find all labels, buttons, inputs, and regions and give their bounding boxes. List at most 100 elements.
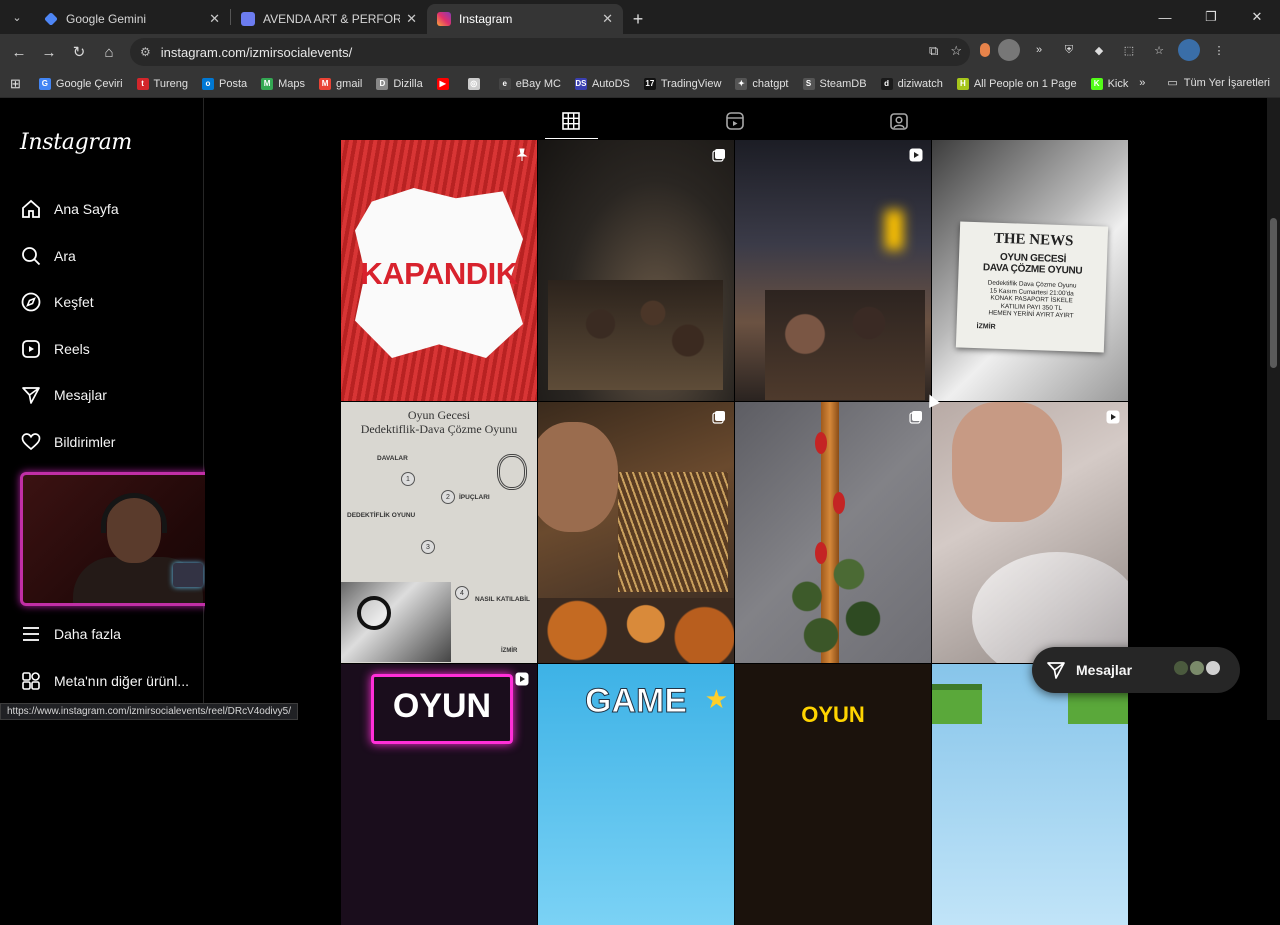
bookmark-favicon-icon: H [956,77,969,90]
post-glass-bowl[interactable] [932,402,1128,663]
post-cafe-night[interactable] [735,140,931,401]
post-text: OYUN [801,702,865,727]
sidebar-item-explore[interactable]: Keşfet [20,291,94,313]
tab-instagram[interactable]: Instagram ✕ [427,4,623,34]
bookmark-item[interactable]: M Maps [261,77,305,90]
all-bookmarks-folder[interactable]: Tüm Yer İşaretleri [1184,77,1270,89]
close-window-icon[interactable]: ✕ [1234,0,1280,34]
bookmark-favicon-icon: ▶ [436,77,449,90]
sidebar-item-label: Ara [54,248,76,264]
profile-avatar-icon[interactable] [1178,39,1200,61]
url-text: instagram.com/izmirsocialevents/ [160,44,353,60]
bookmark-favicon-icon: S [802,77,815,90]
posts-grid: KAPANDIK THE NEWS OYUN GECESİ DAVA ÇÖZME… [341,140,1128,925]
bookmark-item[interactable]: ▶ [436,77,454,90]
post-game[interactable]: GAME ★ [538,664,734,925]
home-button-icon[interactable]: ⌂ [94,37,124,67]
bookmark-item[interactable]: ◎ [467,77,485,90]
page-scrollbar[interactable] [1267,98,1280,720]
sidebar-item-search[interactable]: Ara [20,245,76,267]
instagram-logo[interactable]: Instagram [20,130,132,155]
sidebar-item-label: Meta'nın diğer ürünl... [54,673,189,689]
post-kapandik[interactable]: KAPANDIK [341,140,537,401]
reel-icon [515,672,529,686]
bookmark-item[interactable]: e eBay MC [498,77,561,90]
tab-title: Google Gemini [66,12,147,26]
back-icon[interactable]: ← [4,37,34,67]
bookmark-favicon-icon: M [261,77,274,90]
extension-icon[interactable] [998,39,1020,61]
bookmarks-icon[interactable]: ☆ [1148,39,1170,61]
bookmark-favicon-icon: D [376,77,389,90]
post-decor-pole[interactable] [735,402,931,663]
address-bar[interactable]: ⚙ instagram.com/izmirsocialevents/ ⧉ ☆ [130,38,970,66]
tab-avenda[interactable]: AVENDA ART & PERFORMANCE ✕ [231,4,427,34]
bookmark-item[interactable]: H All People on 1 Page [956,77,1077,90]
bookmark-item[interactable]: ✦ chatgpt [735,77,789,90]
sidebar-item-label: Ana Sayfa [54,201,119,217]
sidebar-item-notifications[interactable]: Bildirimler [20,431,115,453]
grid-icon[interactable] [558,110,584,132]
step-number: 2 [441,490,455,504]
bookmark-star-icon[interactable]: ☆ [950,43,962,59]
tab-title: AVENDA ART & PERFORMANCE [263,12,401,26]
messages-floating-button[interactable]: Mesajlar [1032,647,1240,693]
install-app-icon[interactable]: ⧉ [929,43,938,59]
sidebar-item-meta[interactable]: Meta'nın diğer ürünl... [20,670,189,692]
hamburger-menu-icon [20,623,42,645]
new-tab-icon[interactable]: + [623,4,653,34]
bookmark-item[interactable]: 17 TradingView [643,77,721,90]
bookmark-item[interactable]: G Google Çeviri [38,77,123,90]
step-number: 4 [455,586,469,600]
post-dedektiflik-info[interactable]: Oyun Gecesi Dedektiflik-Dava Çözme Oyunu… [341,402,537,663]
tab-search-icon[interactable]: ⌄ [0,0,34,34]
bookmark-item[interactable]: Mgmail [319,77,362,90]
sidebar-item-more[interactable]: Daha fazla [20,623,121,645]
compass-icon [20,291,42,313]
bookmark-favicon-icon: G [38,77,51,90]
reload-icon[interactable]: ↻ [64,37,94,67]
post-cooking[interactable] [538,402,734,663]
extension-icon[interactable]: » [1028,39,1050,61]
close-tab-icon[interactable]: ✕ [406,11,417,27]
home-icon [20,198,42,220]
sidebar-item-label: Mesajlar [54,387,107,403]
post-the-news[interactable]: THE NEWS OYUN GECESİ DAVA ÇÖZME OYUNU De… [932,140,1128,401]
close-tab-icon[interactable]: ✕ [209,11,220,27]
post-oyun-neon[interactable]: OYUN [341,664,537,925]
avenda-favicon-icon [241,12,255,26]
site-info-icon[interactable]: ⚙ [140,45,151,59]
minimize-icon[interactable]: — [1142,0,1188,34]
sidebar-item-reels[interactable]: Reels [20,338,90,360]
gemini-favicon-icon [44,12,58,26]
restore-icon[interactable]: ❐ [1188,0,1234,34]
bookmark-favicon-icon: DS [574,77,587,90]
bookmark-item[interactable]: d diziwatch [880,77,943,90]
post-pixel-game[interactable] [932,664,1128,925]
bookmark-item[interactable]: D Dizilla [376,77,423,90]
post-game-oyun[interactable]: OYUN [735,664,931,925]
newspaper-photo [341,582,451,662]
tab-google-gemini[interactable]: Google Gemini ✕ [34,4,230,34]
bookmark-item[interactable]: DS AutoDS [574,77,630,90]
bookmark-item[interactable]: o Posta [202,77,247,90]
shield-icon[interactable]: ⛨ [1058,39,1080,61]
tagged-icon[interactable] [886,110,912,132]
bookmark-item[interactable]: K Kick [1090,77,1128,90]
bookmark-item[interactable]: t Tureng [136,77,188,90]
post-event-crowd[interactable] [538,140,734,401]
reels-tab-icon[interactable] [722,110,748,132]
extension-icon[interactable]: ◆ [1088,39,1110,61]
sidebar-item-home[interactable]: Ana Sayfa [20,198,119,220]
puzzle-icon[interactable]: ⬚ [1118,39,1140,61]
bookmark-item[interactable]: S SteamDB [802,77,867,90]
bookmark-label: diziwatch [897,77,943,90]
more-bookmarks-icon[interactable]: » [1139,77,1145,89]
forward-icon[interactable]: → [34,37,64,67]
scrollbar-thumb[interactable] [1270,218,1277,368]
extension-icon[interactable] [980,43,990,57]
close-tab-icon[interactable]: ✕ [602,11,613,27]
apps-grid-icon[interactable]: ⊞ [10,76,21,92]
menu-kebab-icon[interactable]: ⋮ [1208,39,1230,61]
sidebar-item-messages[interactable]: Mesajlar [20,384,107,406]
